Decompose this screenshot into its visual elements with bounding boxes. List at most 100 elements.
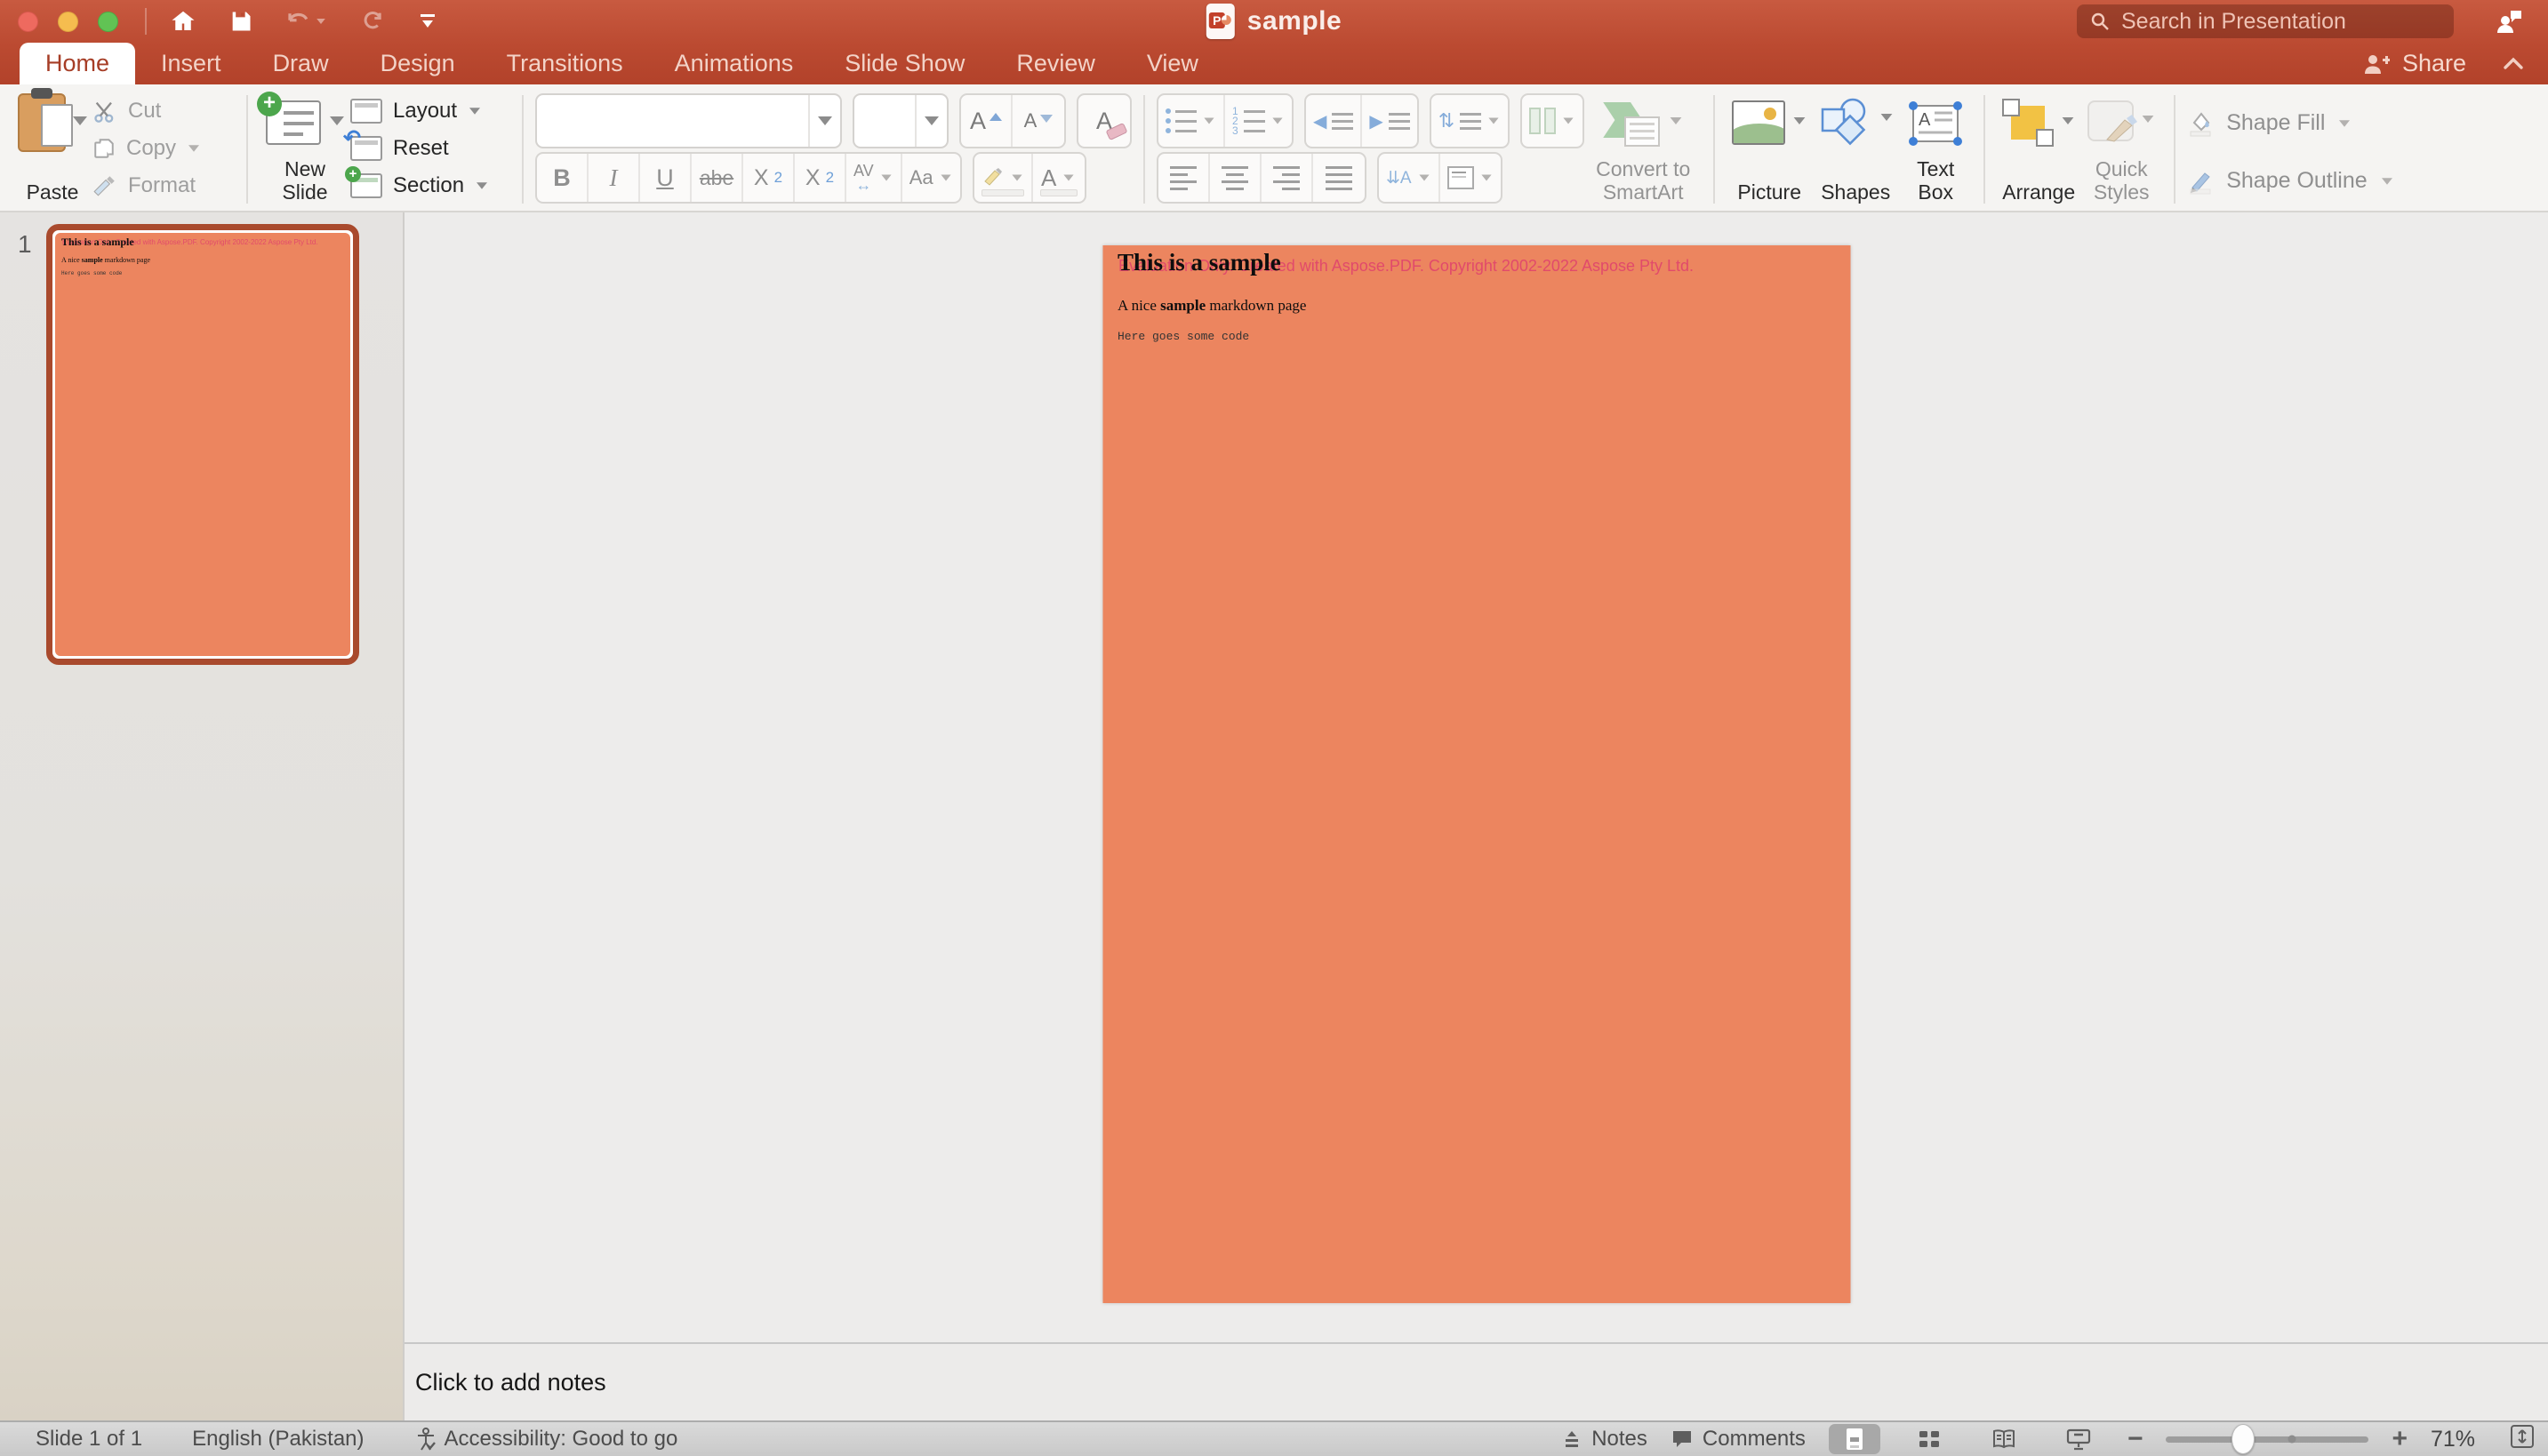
font-color-dropdown-icon[interactable] [1064, 175, 1074, 181]
zoom-percentage[interactable]: 71% [2431, 1427, 2486, 1452]
reset-button[interactable]: ↶ Reset [350, 131, 510, 166]
text-direction-dropdown-icon[interactable] [1419, 175, 1429, 181]
redo-icon[interactable] [360, 9, 385, 34]
convert-smartart-button[interactable]: Convert to SmartArt [1584, 90, 1702, 209]
home-icon[interactable] [170, 8, 196, 35]
increase-indent-button[interactable]: ▶ [1362, 95, 1416, 147]
quick-styles-button[interactable]: Quick Styles [2080, 90, 2162, 209]
change-case-button[interactable]: Aa [902, 154, 960, 202]
shape-outline-dropdown-icon[interactable] [2382, 178, 2392, 185]
decrease-indent-button[interactable]: ◀ [1306, 95, 1362, 147]
share-button[interactable]: Share [2402, 50, 2466, 77]
tab-transitions[interactable]: Transitions [481, 43, 649, 84]
columns-button[interactable] [1522, 95, 1582, 147]
superscript-button[interactable]: X2 [743, 154, 795, 202]
new-slide-button[interactable]: + New Slide [260, 90, 350, 209]
align-right-button[interactable] [1262, 154, 1313, 202]
text-direction-button[interactable]: ⇊A [1379, 154, 1440, 202]
shape-fill-button[interactable]: Shape Fill [2187, 100, 2393, 146]
zoom-slider[interactable] [2166, 1436, 2368, 1443]
copy-button[interactable]: Copy [92, 131, 235, 166]
picture-dropdown-icon[interactable] [1794, 117, 1806, 124]
clear-formatting-button[interactable]: A [1078, 95, 1130, 147]
search-input[interactable] [2121, 9, 2441, 35]
shrink-font-button[interactable]: A [1013, 95, 1064, 147]
tab-insert[interactable]: Insert [135, 43, 247, 84]
text-highlight-button[interactable] [974, 154, 1033, 202]
italic-button[interactable]: I [589, 154, 640, 202]
notes-toggle-button[interactable]: Notes [1561, 1427, 1647, 1452]
normal-view-button[interactable] [1829, 1424, 1880, 1454]
character-spacing-dropdown-icon[interactable] [881, 175, 891, 181]
font-name-combobox[interactable] [535, 93, 842, 148]
language-indicator[interactable]: English (Pakistan) [192, 1427, 364, 1452]
arrange-dropdown-icon[interactable] [2063, 117, 2074, 124]
tab-slide-show[interactable]: Slide Show [819, 43, 990, 84]
new-slide-dropdown-icon[interactable] [330, 116, 344, 125]
quick-styles-dropdown-icon[interactable] [2143, 116, 2154, 123]
tab-animations[interactable]: Animations [649, 43, 820, 84]
accessibility-status[interactable]: Accessibility: Good to go [414, 1427, 678, 1452]
section-dropdown-icon[interactable] [477, 182, 487, 189]
subscript-button[interactable]: X2 [795, 154, 846, 202]
undo-icon[interactable] [285, 10, 328, 33]
slide-editor[interactable]: Evaluation Only. Created with Aspose.PDF… [1102, 245, 1850, 1303]
bold-button[interactable]: B [537, 154, 589, 202]
slide-heading[interactable]: This is a sample [1118, 249, 1281, 276]
undo-dropdown-icon[interactable] [316, 19, 325, 24]
font-name-dropdown-icon[interactable] [818, 116, 832, 125]
align-text-dropdown-icon[interactable] [1481, 175, 1491, 181]
cut-button[interactable]: Cut [92, 93, 235, 129]
tab-design[interactable]: Design [355, 43, 481, 84]
text-highlight-dropdown-icon[interactable] [1012, 175, 1022, 181]
slide-thumbnail-selected[interactable]: Evaluation Only. Created with Aspose.PDF… [46, 224, 359, 665]
customize-toolbar-icon[interactable] [417, 12, 438, 30]
align-left-button[interactable] [1158, 154, 1210, 202]
line-spacing-button[interactable]: ⇅ [1431, 95, 1508, 147]
font-size-combobox[interactable] [853, 93, 949, 148]
save-icon[interactable] [228, 9, 253, 34]
slideshow-view-button[interactable] [2053, 1424, 2104, 1454]
text-box-button[interactable]: A Text Box [1899, 90, 1972, 209]
align-center-button[interactable] [1210, 154, 1262, 202]
slide-code[interactable]: Here goes some code [1118, 330, 1249, 343]
comments-toggle-button[interactable]: Comments [1671, 1427, 1806, 1452]
character-spacing-button[interactable]: AV↔ [846, 154, 902, 202]
collapse-ribbon-icon[interactable] [2502, 50, 2525, 77]
shapes-dropdown-icon[interactable] [1881, 114, 1893, 121]
slide-body[interactable]: A nice sample markdown page [1118, 297, 1306, 315]
paste-button[interactable]: Paste [12, 90, 92, 209]
columns-dropdown-icon[interactable] [1564, 118, 1574, 124]
line-spacing-dropdown-icon[interactable] [1489, 118, 1499, 124]
bullets-button[interactable] [1158, 95, 1225, 147]
arrange-button[interactable]: Arrange [1997, 90, 2080, 209]
search-box[interactable] [2077, 4, 2454, 38]
justify-button[interactable] [1313, 154, 1365, 202]
font-size-dropdown-icon[interactable] [925, 116, 939, 125]
layout-button[interactable]: Layout [350, 93, 510, 129]
shape-fill-dropdown-icon[interactable] [2339, 120, 2350, 127]
zoom-out-button[interactable]: − [2127, 1424, 2143, 1454]
picture-button[interactable]: Picture [1727, 90, 1812, 209]
zoom-in-button[interactable]: + [2392, 1424, 2408, 1454]
shapes-button[interactable]: Shapes [1812, 90, 1899, 209]
numbering-button[interactable]: 1 2 3 [1225, 95, 1292, 147]
bullets-dropdown-icon[interactable] [1204, 118, 1214, 124]
layout-dropdown-icon[interactable] [469, 108, 480, 115]
shape-outline-button[interactable]: Shape Outline [2187, 158, 2393, 204]
numbering-dropdown-icon[interactable] [1272, 118, 1282, 124]
tab-draw[interactable]: Draw [247, 43, 355, 84]
notes-pane[interactable]: Click to add notes [405, 1342, 2548, 1420]
tab-view[interactable]: View [1121, 43, 1224, 84]
reading-view-button[interactable] [1978, 1424, 2030, 1454]
font-color-button[interactable]: A [1033, 154, 1085, 202]
format-painter-button[interactable]: Format [92, 168, 235, 204]
strikethrough-button[interactable]: abe [692, 154, 743, 202]
paste-dropdown-icon[interactable] [73, 116, 87, 125]
copy-dropdown-icon[interactable] [188, 145, 199, 152]
underline-button[interactable]: U [640, 154, 692, 202]
change-case-dropdown-icon[interactable] [941, 175, 950, 181]
zoom-slider-thumb[interactable] [2232, 1424, 2255, 1454]
tab-review[interactable]: Review [990, 43, 1121, 84]
align-text-button[interactable] [1440, 154, 1501, 202]
